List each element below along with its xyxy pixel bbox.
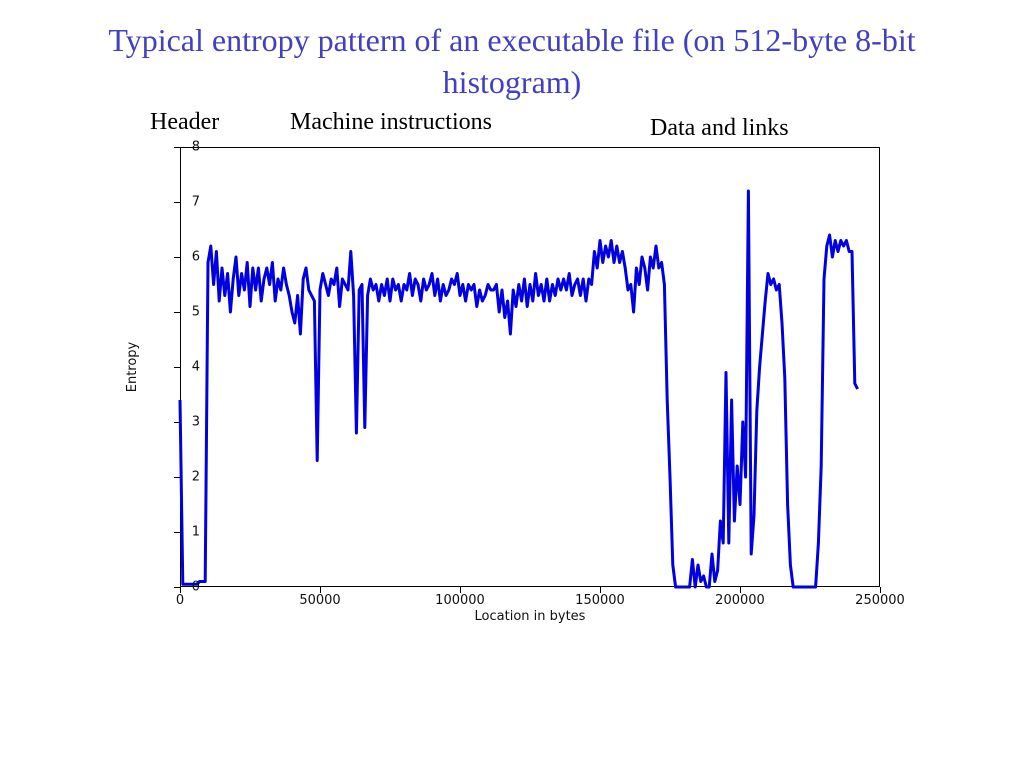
x-tick: 0: [176, 593, 184, 608]
x-tick: 150000: [575, 593, 625, 608]
x-tick: 50000: [299, 593, 340, 608]
page-title: Typical entropy pattern of an executable…: [0, 0, 1024, 109]
entropy-chart: Entropy Location in bytes 01234567805000…: [150, 147, 910, 627]
label-instructions: Machine instructions: [290, 109, 492, 136]
segment-labels-row: Header Machine instructions Data and lin…: [150, 109, 924, 139]
label-data-links: Data and links: [650, 115, 789, 142]
y-tick: 0: [192, 580, 200, 595]
label-header: Header: [150, 109, 219, 136]
y-tick: 4: [192, 360, 200, 375]
x-tick: 250000: [855, 593, 905, 608]
y-tick: 3: [192, 415, 200, 430]
y-axis-label: Entropy: [125, 342, 140, 393]
y-tick: 8: [192, 140, 200, 155]
y-tick: 6: [192, 250, 200, 265]
y-tick: 2: [192, 470, 200, 485]
x-tick: 200000: [715, 593, 765, 608]
y-tick: 1: [192, 525, 200, 540]
x-tick: 100000: [435, 593, 485, 608]
entropy-line: [180, 147, 880, 587]
x-axis-label: Location in bytes: [475, 609, 586, 624]
y-tick: 5: [192, 305, 200, 320]
y-tick: 7: [192, 195, 200, 210]
